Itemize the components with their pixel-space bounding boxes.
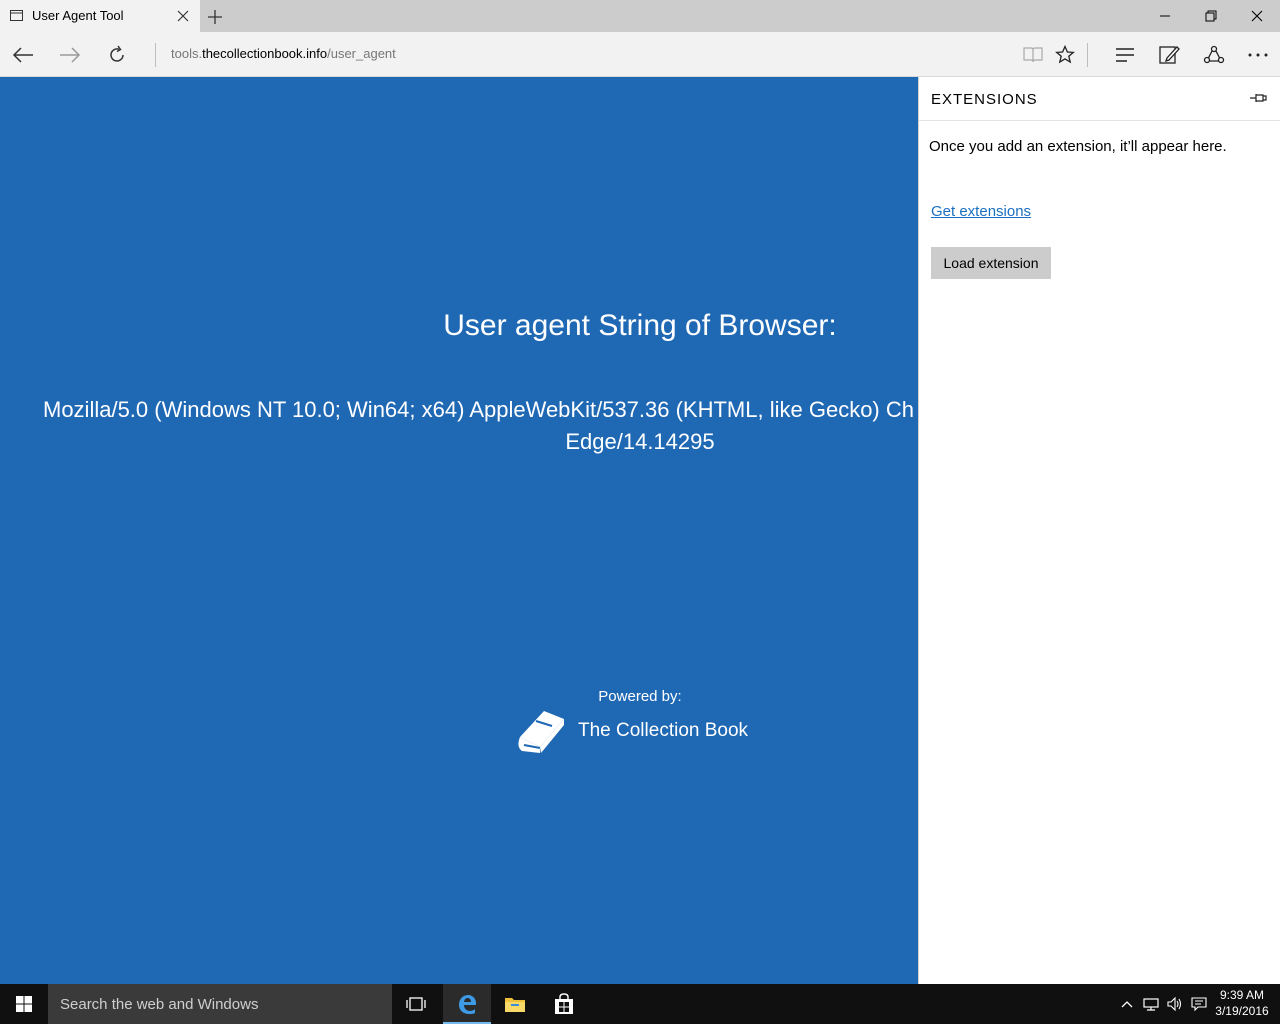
brand-name: The Collection Book [578, 720, 749, 741]
web-page: User agent String of Browser: Mozilla/5.… [0, 77, 918, 984]
taskbar-search-box[interactable]: Search the web and Windows [48, 984, 392, 1024]
user-agent-string-line1: Mozilla/5.0 (Windows NT 10.0; Win64; x64… [43, 397, 914, 422]
pin-icon[interactable] [1249, 91, 1267, 105]
web-note-icon [1159, 45, 1180, 64]
reading-view-icon [1023, 46, 1043, 62]
extensions-title: EXTENSIONS [931, 91, 1038, 108]
search-placeholder: Search the web and Windows [60, 996, 259, 1013]
browser-tab[interactable]: User Agent Tool [0, 0, 200, 32]
action-center-button[interactable] [1188, 984, 1210, 1024]
back-arrow-icon [12, 46, 33, 63]
user-agent-string-line2: Edge/14.14295 [565, 429, 715, 454]
chevron-up-icon [1121, 1001, 1133, 1008]
store-button[interactable] [540, 984, 588, 1024]
address-prefix: tools. [171, 46, 203, 61]
folder-icon [505, 998, 525, 1012]
navigation-bar: tools.thecollectionbook.info/user_agent [0, 32, 1280, 77]
address-path: /user_agent [327, 46, 396, 61]
hub-icon [1116, 47, 1134, 62]
more-icon [1248, 53, 1268, 56]
taskbar: Search the web and Windows 9:39 AM 3/19/… [0, 984, 1280, 1024]
edge-icon [459, 995, 476, 1014]
page-icon [10, 10, 23, 21]
restore-button[interactable] [1188, 0, 1234, 32]
extensions-pane: EXTENSIONS Once you add an extension, it… [918, 77, 1280, 984]
forward-arrow-icon [60, 46, 81, 63]
address-host: thecollectionbook.info [202, 46, 328, 61]
network-button[interactable] [1140, 984, 1162, 1024]
system-clock[interactable]: 9:39 AM 3/19/2016 [1210, 987, 1274, 1019]
notification-icon [1191, 997, 1207, 1011]
close-icon [1251, 10, 1263, 22]
share-icon [1203, 45, 1225, 63]
load-extension-button[interactable]: Load extension [931, 247, 1051, 279]
edge-taskbar-button[interactable] [443, 984, 491, 1024]
network-icon [1143, 998, 1159, 1011]
book-icon [518, 711, 564, 753]
tab-title: User Agent Tool [32, 8, 124, 23]
task-view-icon [406, 997, 426, 1011]
minimize-icon [1160, 15, 1170, 17]
toolbar-separator [1087, 43, 1088, 67]
store-icon [555, 993, 573, 1014]
new-tab-icon[interactable] [206, 8, 224, 26]
more-button[interactable] [1236, 32, 1280, 77]
minimize-button[interactable] [1142, 0, 1188, 32]
title-bar: User Agent Tool [0, 0, 1280, 32]
extensions-empty-message: Once you add an extension, it’ll appear … [929, 138, 1227, 155]
back-button[interactable] [0, 32, 46, 77]
powered-by-label: Powered by: [598, 688, 682, 705]
hub-button[interactable] [1103, 32, 1147, 77]
clock-time: 9:39 AM [1219, 988, 1265, 1002]
start-button[interactable] [0, 984, 48, 1024]
favorites-button[interactable] [1043, 32, 1087, 77]
task-view-button[interactable] [392, 984, 440, 1024]
page-heading: User agent String of Browser: [443, 309, 837, 342]
windows-logo-icon [16, 996, 32, 1012]
restore-icon [1205, 10, 1217, 22]
address-separator [155, 43, 156, 67]
close-window-button[interactable] [1234, 0, 1280, 32]
address-bar[interactable]: tools.thecollectionbook.info/user_agent [171, 46, 396, 61]
close-tab-icon[interactable] [176, 9, 190, 23]
forward-button[interactable] [47, 32, 93, 77]
file-explorer-button[interactable] [491, 984, 539, 1024]
volume-button[interactable] [1164, 984, 1186, 1024]
show-hidden-icons-button[interactable] [1116, 984, 1138, 1024]
clock-date: 3/19/2016 [1215, 1004, 1269, 1018]
speaker-icon [1167, 997, 1182, 1011]
get-extensions-link[interactable]: Get extensions [931, 203, 1031, 220]
refresh-button[interactable] [94, 32, 140, 77]
web-note-button[interactable] [1147, 32, 1191, 77]
pane-divider [919, 120, 1280, 121]
star-icon [1055, 44, 1075, 63]
share-button[interactable] [1192, 32, 1236, 77]
brand-link[interactable]: The Collection Book [514, 707, 748, 755]
refresh-icon [110, 45, 124, 62]
